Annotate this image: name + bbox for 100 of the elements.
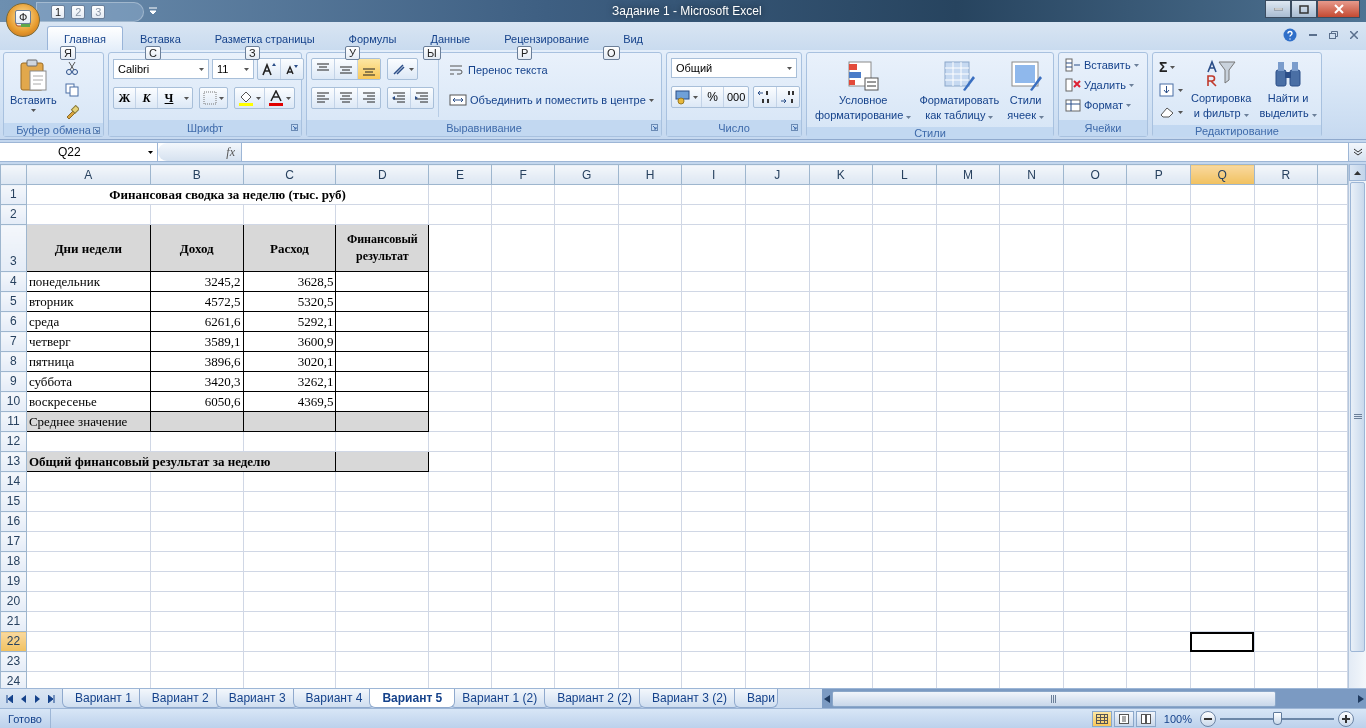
copy-button[interactable] <box>62 82 81 98</box>
font-name-dropdown[interactable]: Calibri <box>113 59 209 79</box>
column-header[interactable]: F <box>491 164 555 185</box>
scrollbar-thumb[interactable] <box>1350 182 1365 652</box>
zoom-slider-thumb[interactable] <box>1273 711 1282 725</box>
column-header[interactable]: D <box>335 164 429 185</box>
first-sheet-icon[interactable] <box>6 694 13 703</box>
ribbon-tab[interactable]: Главная <box>47 26 123 50</box>
row-header[interactable]: 13 <box>0 451 27 472</box>
underline-button[interactable]: Ч <box>158 88 180 108</box>
column-header[interactable]: L <box>872 164 937 185</box>
minimize-button[interactable] <box>1265 0 1291 18</box>
autosum-button[interactable]: Σ <box>1157 58 1185 76</box>
dialog-launcher-icon[interactable] <box>93 127 100 134</box>
column-header[interactable]: J <box>745 164 810 185</box>
scroll-up-button[interactable] <box>1349 164 1366 181</box>
page-layout-button[interactable] <box>1113 710 1134 727</box>
column-header[interactable]: C <box>243 164 336 185</box>
row-header[interactable]: 1 <box>0 184 27 205</box>
restore-icon[interactable] <box>1329 31 1338 39</box>
italic-button[interactable]: К <box>136 88 158 108</box>
insert-button[interactable]: Вставить <box>1063 57 1141 73</box>
column-header[interactable]: R <box>1254 164 1318 185</box>
wrap-text-button[interactable]: Перенос текста <box>447 62 656 78</box>
next-sheet-icon[interactable] <box>34 694 41 703</box>
minimize-icon[interactable] <box>1309 33 1317 37</box>
sheet-tab[interactable]: Вариант 5 <box>369 689 456 708</box>
row-header[interactable]: 6 <box>0 311 27 332</box>
column-header[interactable]: H <box>618 164 682 185</box>
last-sheet-icon[interactable] <box>48 694 55 703</box>
row-header[interactable]: 8 <box>0 351 27 372</box>
selected-cell[interactable] <box>1190 631 1254 652</box>
insert-function-button[interactable]: fx <box>226 144 235 160</box>
row-header[interactable]: 19 <box>0 571 27 592</box>
paste-button[interactable]: Вставить <box>8 56 59 120</box>
maximize-button[interactable] <box>1291 0 1317 18</box>
dialog-launcher-icon[interactable] <box>791 124 798 131</box>
row-header[interactable]: 9 <box>0 371 27 392</box>
font-size-dropdown[interactable]: 11 <box>212 59 254 79</box>
row-header[interactable]: 23 <box>0 651 27 672</box>
row-header[interactable]: 12 <box>0 431 27 452</box>
row-header[interactable]: 16 <box>0 511 27 532</box>
merge-center-button[interactable]: Объединить и поместить в центре <box>447 92 656 108</box>
column-header[interactable]: O <box>1063 164 1127 185</box>
delete-button[interactable]: Удалить <box>1063 77 1141 93</box>
row-header[interactable]: 10 <box>0 391 27 412</box>
expand-formula-button[interactable] <box>1348 143 1366 161</box>
sort-filter-button[interactable]: Сортировка и фильтр <box>1189 56 1254 122</box>
page-break-button[interactable] <box>1135 710 1156 727</box>
help-icon[interactable] <box>1283 28 1297 42</box>
row-header[interactable]: 14 <box>0 471 27 492</box>
normal-view-button[interactable] <box>1091 710 1112 727</box>
scroll-right-icon[interactable] <box>1358 694 1364 703</box>
align-bottom-button[interactable] <box>358 59 380 79</box>
column-header[interactable]: E <box>428 164 492 185</box>
row-header[interactable]: 4 <box>0 271 27 292</box>
row-header[interactable]: 22 <box>0 631 27 652</box>
column-header[interactable]: G <box>554 164 619 185</box>
customize-toolbar-icon[interactable] <box>149 7 157 15</box>
format-button[interactable]: Формат <box>1063 97 1141 113</box>
close-icon[interactable] <box>1350 31 1358 39</box>
currency-button[interactable] <box>672 87 702 107</box>
format-as-table-button[interactable]: Форматировать как таблицу <box>917 58 1002 124</box>
name-box[interactable]: Q22 <box>0 143 158 161</box>
column-header[interactable]: K <box>809 164 873 185</box>
row-header[interactable]: 15 <box>0 491 27 512</box>
fill-button[interactable] <box>1157 82 1185 98</box>
row-header[interactable]: 11 <box>0 411 27 432</box>
row-header[interactable]: 21 <box>0 611 27 632</box>
number-format-dropdown[interactable]: Общий <box>671 58 797 78</box>
row-header[interactable]: 3 <box>0 224 27 272</box>
column-header[interactable]: P <box>1126 164 1191 185</box>
row-header[interactable]: 20 <box>0 591 27 612</box>
thousands-button[interactable]: 000 <box>724 87 749 107</box>
zoom-out-button[interactable] <box>1200 710 1216 727</box>
find-select-button[interactable]: Найти и выделить <box>1257 56 1319 122</box>
row-header[interactable]: 18 <box>0 551 27 572</box>
column-header[interactable]: A <box>26 164 151 185</box>
close-button[interactable] <box>1317 0 1360 18</box>
cell-styles-button[interactable]: Стили ячеек <box>1005 58 1047 124</box>
percent-button[interactable]: % <box>702 87 724 107</box>
conditional-formatting-button[interactable]: Условное форматирование <box>813 58 914 124</box>
scrollbar-thumb[interactable] <box>832 690 1276 707</box>
dialog-launcher-icon[interactable] <box>651 124 658 131</box>
column-header[interactable]: N <box>999 164 1064 185</box>
zoom-in-button[interactable] <box>1338 710 1354 727</box>
row-header[interactable]: 5 <box>0 291 27 312</box>
dialog-launcher-icon[interactable] <box>291 124 298 131</box>
column-header[interactable]: I <box>682 164 746 185</box>
row-header[interactable]: 7 <box>0 331 27 352</box>
row-header[interactable]: 2 <box>0 204 27 225</box>
bold-button[interactable]: Ж <box>114 88 136 108</box>
column-header[interactable]: Q <box>1190 164 1254 185</box>
scroll-left-icon[interactable] <box>824 694 830 703</box>
row-header[interactable]: 17 <box>0 531 27 552</box>
orientation-button[interactable] <box>387 58 418 80</box>
sheet-tab[interactable]: Вари <box>733 689 778 708</box>
column-header[interactable]: B <box>150 164 244 185</box>
previous-sheet-icon[interactable] <box>20 694 27 703</box>
column-header[interactable]: M <box>936 164 1000 185</box>
